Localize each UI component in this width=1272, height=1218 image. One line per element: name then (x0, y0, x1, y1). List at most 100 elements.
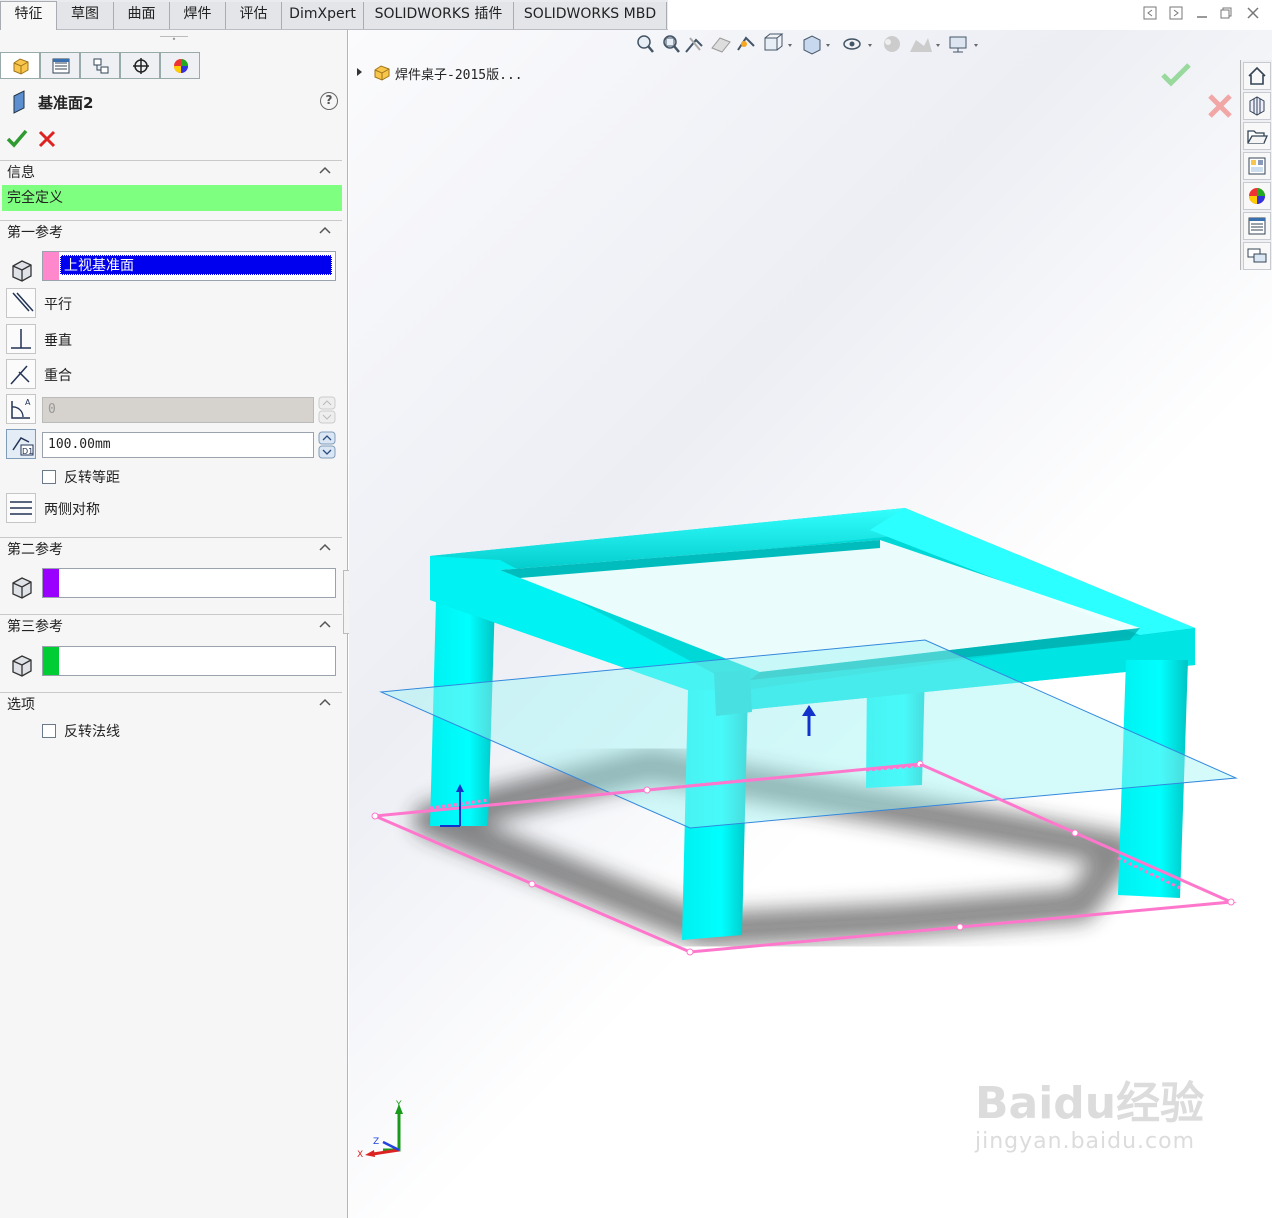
expand-arrow-icon[interactable] (357, 68, 362, 76)
part-name: 焊件桌子-2015版... (395, 68, 523, 83)
confirm-corner-cancel-icon[interactable] (1206, 92, 1234, 120)
propertymanager-tab[interactable] (40, 52, 80, 79)
tab-sketch[interactable]: 草图 (57, 2, 114, 29)
design-library-tab[interactable] (1243, 92, 1271, 120)
angle-input[interactable]: 0 (42, 397, 314, 423)
custom-properties-tab[interactable] (1243, 212, 1271, 240)
close-icon[interactable] (1243, 6, 1263, 24)
angle-icon: A (11, 398, 31, 419)
third-reference-header[interactable]: 第三参考 (0, 614, 342, 636)
design-library-icon (1249, 96, 1265, 116)
reference-selector-icon (6, 255, 36, 285)
forum-tab[interactable] (1243, 242, 1271, 270)
configurationmanager-tab[interactable] (80, 52, 120, 79)
mid-plane-button[interactable] (6, 493, 36, 523)
first-reference-selection[interactable]: 上视基准面 (60, 255, 332, 275)
dimxpertmanager-tab[interactable] (120, 52, 160, 79)
third-reference-swatch (43, 647, 59, 675)
flip-offset-checkbox[interactable] (42, 470, 56, 484)
zoom-to-area-icon[interactable] (663, 35, 680, 53)
model-scene[interactable] (349, 480, 1249, 980)
info-section-label: 信息 (7, 165, 35, 181)
view-orientation-icon[interactable] (764, 33, 792, 51)
feature-header: 基准面2 ? (8, 88, 344, 116)
triad-z-label: Z (373, 1137, 379, 1147)
perpendicular-button[interactable] (6, 324, 36, 354)
angle-spinner[interactable] (318, 396, 336, 424)
view-settings-icon[interactable] (949, 36, 978, 53)
coincident-button[interactable] (6, 359, 36, 389)
svg-text:D1: D1 (22, 447, 33, 456)
restore-icon[interactable] (1216, 6, 1236, 24)
watermark-url: jingyan.baidu.com (975, 1129, 1196, 1154)
third-reference-field[interactable] (42, 646, 336, 676)
tab-weldments[interactable]: 焊件 (170, 2, 226, 29)
first-reference-swatch (43, 252, 59, 280)
tab-features[interactable]: 特征 (0, 1, 57, 30)
cancel-x-icon[interactable] (37, 129, 57, 149)
panel-left-icon[interactable] (1140, 6, 1160, 24)
perpendicular-label: 垂直 (44, 333, 72, 349)
tab-dimxpert[interactable]: DimXpert (282, 2, 364, 29)
dynamic-annotation-icon[interactable] (737, 36, 755, 51)
minimize-icon[interactable] (1192, 6, 1212, 24)
parallel-label: 平行 (44, 297, 72, 313)
options-section-header[interactable]: 选项 (0, 692, 342, 714)
file-explorer-tab[interactable] (1243, 122, 1271, 150)
forum-icon (1247, 248, 1267, 263)
section-view-icon[interactable] (711, 37, 731, 53)
offset-spinner[interactable] (318, 431, 336, 459)
offset-distance-input[interactable]: 100.00mm (42, 432, 314, 458)
propertymanager-icon (52, 58, 70, 74)
flip-offset-label: 反转等距 (64, 470, 120, 486)
angle-button[interactable]: A (6, 394, 36, 424)
hide-show-items-icon[interactable] (843, 38, 872, 50)
panel-grip[interactable]: • (160, 36, 188, 44)
panel-right-icon[interactable] (1166, 6, 1186, 24)
tab-solidworks-mbd[interactable]: SOLIDWORKS MBD (514, 2, 667, 29)
confirm-corner-ok-icon[interactable] (1160, 62, 1194, 88)
chevron-up-icon (319, 698, 331, 706)
zoom-to-fit-icon[interactable] (637, 35, 654, 53)
mid-plane-label: 两侧对称 (44, 502, 100, 518)
tab-evaluate[interactable]: 评估 (226, 2, 282, 29)
second-reference-icon (6, 572, 36, 602)
featuremanager-tab[interactable] (0, 52, 40, 79)
display-style-icon[interactable] (803, 35, 830, 55)
displaymanager-tab[interactable] (160, 52, 200, 79)
manager-tabs (0, 52, 200, 80)
parallel-button[interactable] (6, 288, 36, 318)
offset-distance-button[interactable]: D1 (6, 429, 36, 459)
second-reference-swatch (43, 569, 59, 597)
third-reference-label: 第三参考 (7, 619, 63, 635)
edit-appearance-icon[interactable] (884, 36, 900, 52)
tab-surfaces[interactable]: 曲面 (114, 2, 170, 29)
svg-text:A: A (25, 398, 31, 407)
second-reference-field[interactable] (42, 568, 336, 598)
property-manager-panel: • 基准面2 ? 信息 完全定义 第一参考 上视基准面 平行 垂直 重合 A 0… (0, 30, 348, 1218)
tab-solidworks-addins[interactable]: SOLIDWORKS 插件 (364, 2, 514, 29)
second-reference-header[interactable]: 第二参考 (0, 537, 342, 559)
first-reference-field[interactable]: 上视基准面 (42, 251, 336, 281)
coincident-icon (10, 365, 30, 385)
command-manager-tabs: 特征 草图 曲面 焊件 评估 DimXpert SOLIDWORKS 插件 SO… (0, 0, 668, 30)
previous-view-icon[interactable] (685, 37, 703, 53)
view-palette-tab[interactable] (1243, 152, 1271, 180)
coincident-label: 重合 (44, 368, 72, 384)
heads-up-toolbar (637, 33, 978, 55)
apply-scene-icon[interactable] (910, 38, 940, 52)
help-icon[interactable]: ? (320, 92, 338, 110)
dimxpertmanager-icon (133, 58, 149, 74)
first-reference-header[interactable]: 第一参考 (0, 220, 342, 242)
chevron-up-icon (319, 226, 331, 234)
ok-check-icon[interactable] (6, 128, 28, 150)
solidworks-resources-tab[interactable] (1243, 62, 1271, 90)
options-section-label: 选项 (7, 697, 35, 713)
flip-normal-checkbox[interactable] (42, 724, 56, 738)
appearances-tab[interactable] (1243, 182, 1271, 210)
plane-icon (13, 90, 25, 114)
custom-properties-icon (1248, 217, 1266, 235)
info-section-header[interactable]: 信息 (0, 160, 342, 182)
displaymanager-icon (174, 59, 188, 73)
feature-title: 基准面2 (38, 94, 94, 112)
